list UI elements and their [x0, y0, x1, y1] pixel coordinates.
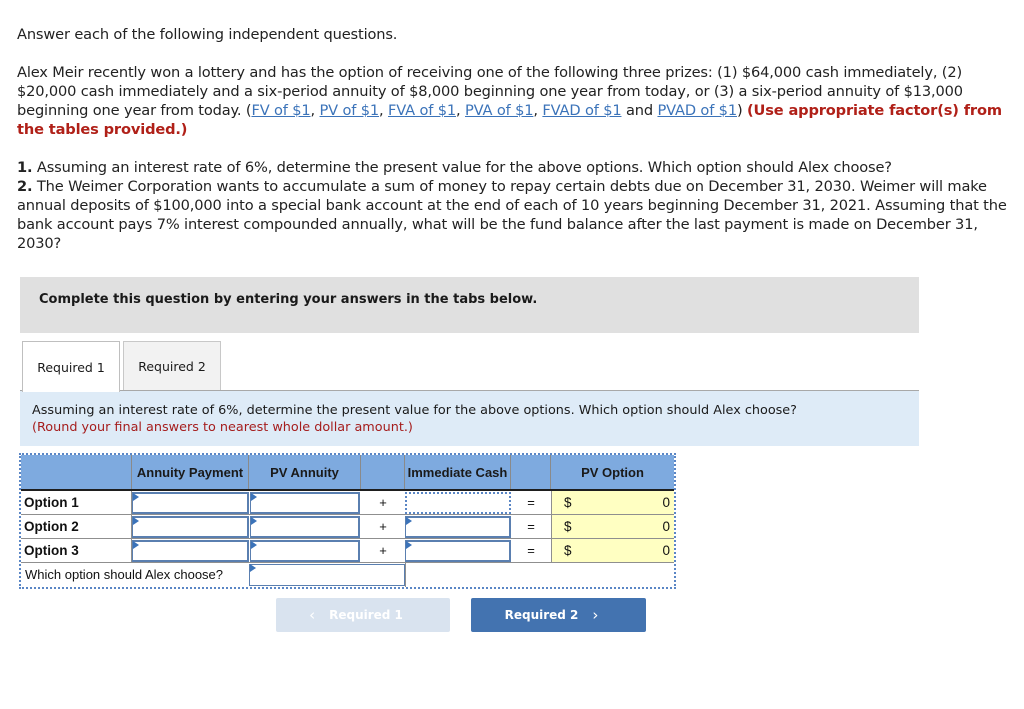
header-pv-annuity: PV Annuity	[249, 455, 361, 489]
annuity-payment-input-option-3[interactable]	[132, 540, 249, 562]
pv-option-output-option-1: $ 0	[551, 491, 674, 514]
immediate-cash-input-option-2[interactable]	[405, 516, 511, 538]
pv-option-output-option-2: $ 0	[551, 515, 674, 538]
prev-required-1-button[interactable]: ‹ Required 1	[276, 598, 450, 632]
plus-sign: +	[379, 543, 387, 558]
pv-annuity-input-option-1[interactable]	[250, 492, 360, 514]
header-pv-option: PV Option	[581, 464, 644, 480]
rounding-note: (Round your final answers to nearest who…	[32, 420, 413, 435]
table-row-option-1: Option 1 + = $ 0	[21, 491, 674, 515]
tab-required-1[interactable]: Required 1	[22, 341, 120, 392]
chevron-right-icon: ›	[592, 606, 599, 624]
dollar-sign: $	[564, 519, 572, 534]
immediate-cash-input-option-3[interactable]	[405, 540, 511, 562]
immediate-cash-input-option-1[interactable]	[405, 492, 511, 514]
tab-instructions: Assuming an interest rate of 6%, determi…	[20, 391, 919, 446]
requirement-2: 2. The Weimer Corporation wants to accum…	[17, 178, 1007, 252]
plus-sign: +	[379, 495, 387, 510]
table-header: Annuity Payment PV Annuity Immediate Cas…	[21, 455, 674, 491]
annuity-payment-input-option-1[interactable]	[132, 492, 249, 514]
intro-text: Answer each of the following independent…	[17, 26, 398, 43]
dollar-sign: $	[564, 543, 572, 558]
header-annuity-payment: Annuity Payment	[132, 455, 249, 489]
pv-option-output-option-3: $ 0	[551, 539, 674, 562]
header-eq-blank	[511, 455, 551, 489]
header-op-blank	[361, 455, 405, 489]
link-fva-of-1[interactable]: FVA of $1	[388, 102, 456, 119]
pv-annuity-input-option-3[interactable]	[250, 540, 360, 562]
table-row-option-2: Option 2 + = $ 0	[21, 515, 674, 539]
row-label: Option 1	[24, 495, 79, 510]
choose-label: Which option should Alex choose?	[25, 567, 224, 582]
option-choice-input[interactable]	[249, 564, 405, 586]
requirement-1: 1. Assuming an interest rate of 6%, dete…	[17, 159, 892, 176]
equals-sign: =	[527, 495, 535, 510]
row-label: Option 3	[24, 543, 79, 558]
table-row-choose: Which option should Alex choose?	[21, 563, 674, 587]
link-fv-of-1[interactable]: FV of $1	[251, 102, 310, 119]
equals-sign: =	[527, 543, 535, 558]
tab-required-2[interactable]: Required 2	[123, 341, 221, 391]
header-immediate-cash: Immediate Cash	[405, 455, 511, 489]
link-pv-of-1[interactable]: PV of $1	[320, 102, 380, 119]
header-blank	[21, 455, 132, 489]
link-fvad-of-1[interactable]: FVAD of $1	[542, 102, 621, 119]
col-divider	[405, 563, 406, 587]
pv-annuity-input-option-2[interactable]	[250, 516, 360, 538]
instruction-banner: Complete this question by entering your …	[20, 277, 919, 333]
problem-statement: Alex Meir recently won a lottery and has…	[17, 64, 1002, 138]
requirements-list: 1. Assuming an interest rate of 6%, dete…	[17, 158, 1007, 253]
pv-option-value: 0	[662, 543, 670, 558]
equals-sign: =	[527, 519, 535, 534]
row-label: Option 2	[24, 519, 79, 534]
link-pva-of-1[interactable]: PVA of $1	[465, 102, 534, 119]
chevron-left-icon: ‹	[309, 606, 316, 624]
dollar-sign: $	[564, 495, 572, 510]
plus-sign: +	[379, 519, 387, 534]
pv-option-value: 0	[662, 519, 670, 534]
link-pvad-of-1[interactable]: PVAD of $1	[657, 102, 737, 119]
table-row-option-3: Option 3 + = $ 0	[21, 539, 674, 563]
annuity-payment-input-option-2[interactable]	[132, 516, 249, 538]
pv-options-table: Annuity Payment PV Annuity Immediate Cas…	[19, 453, 676, 589]
next-required-2-button[interactable]: Required 2 ›	[471, 598, 646, 632]
pv-option-value: 0	[662, 495, 670, 510]
